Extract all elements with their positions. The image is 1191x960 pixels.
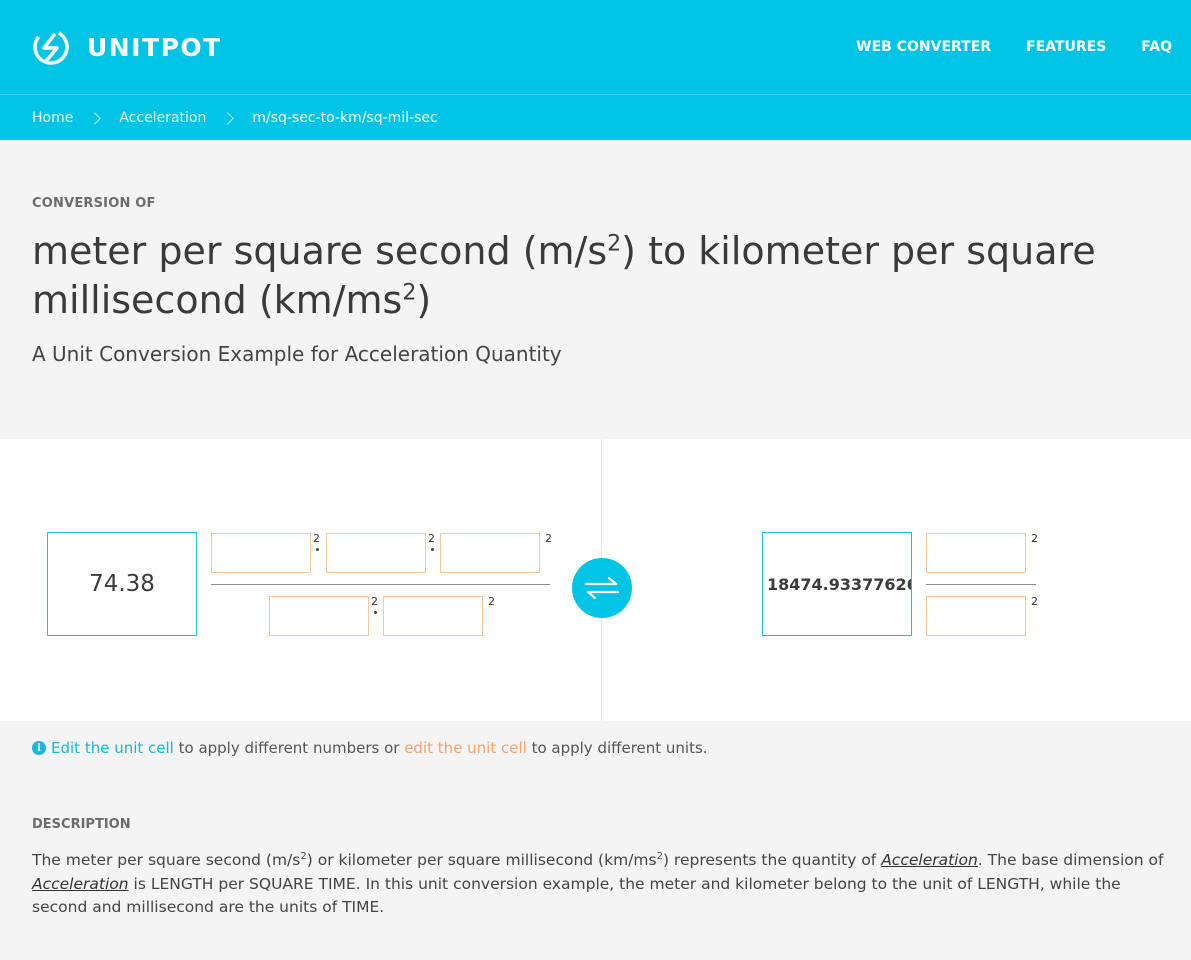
fraction-line (926, 584, 1036, 585)
title-part: meter per square second (m/s (32, 229, 608, 273)
exponent: 2 (1031, 532, 1038, 545)
source-unit-cell[interactable] (211, 533, 311, 573)
nav-web-converter[interactable]: WEB CONVERTER (856, 39, 991, 55)
page-subtitle: A Unit Conversion Example for Accelerati… (32, 342, 562, 366)
source-unit-cell[interactable] (383, 596, 483, 636)
exponent: 2 (488, 595, 495, 608)
breadcrumb-acceleration[interactable]: Acceleration (119, 110, 206, 126)
breadcrumb: Home Acceleration m/sq-sec-to-km/sq-mil-… (32, 95, 438, 141)
edit-unit-link[interactable]: edit the unit cell (404, 739, 527, 757)
conversion-kicker: CONVERSION OF (32, 196, 156, 211)
hint-text: to apply different numbers or (173, 739, 405, 757)
info-icon: i (32, 741, 46, 755)
swap-arrows-icon (584, 576, 620, 600)
exponent: 2 (371, 595, 378, 608)
hint-text: to apply different units. (526, 739, 708, 757)
top-header: UNITPOT WEB CONVERTER FEATURES FAQ (0, 0, 1191, 94)
nav-faq[interactable]: FAQ (1141, 39, 1172, 55)
title-sup: 2 (402, 280, 417, 306)
description-heading: DESCRIPTION (32, 817, 131, 832)
source-unit-cell[interactable] (440, 533, 540, 573)
brand-name: UNITPOT (87, 32, 222, 62)
exponent: 2 (545, 532, 552, 545)
brand-logo[interactable]: UNITPOT (32, 28, 222, 66)
unitpot-logo-icon (33, 29, 69, 65)
fraction-line (211, 584, 550, 585)
exponent: 2 (313, 532, 320, 545)
title-sup: 2 (607, 231, 622, 257)
chevron-right-icon (221, 111, 235, 125)
acceleration-link[interactable]: Acceleration (881, 851, 978, 869)
source-number-cell[interactable]: 74.38 (47, 532, 197, 636)
exponent: 2 (1031, 595, 1038, 608)
desc-part: ) represents the quantity of (662, 851, 882, 869)
target-unit-cell[interactable] (926, 596, 1026, 636)
usage-hint: i Edit the unit cell to apply different … (32, 739, 708, 757)
edit-number-link[interactable]: Edit the unit cell (51, 739, 174, 757)
main-nav: WEB CONVERTER FEATURES FAQ (856, 0, 1191, 94)
chevron-right-icon (88, 111, 102, 125)
source-unit-cell[interactable] (326, 533, 426, 573)
desc-part: is LENGTH per SQUARE TIME. In this unit … (32, 874, 1121, 917)
source-unit-cell[interactable] (269, 596, 369, 636)
result-number-cell[interactable]: 18474.93377626262 (762, 532, 912, 636)
multiply-dot (431, 548, 434, 551)
breadcrumb-current: m/sq-sec-to-km/sq-mil-sec (252, 110, 438, 126)
exponent: 2 (428, 532, 435, 545)
target-unit-cell[interactable] (926, 533, 1026, 573)
title-part: ) (416, 278, 432, 322)
acceleration-link[interactable]: Acceleration (32, 875, 129, 893)
description-text: The meter per square second (m/s2) or ki… (32, 849, 1172, 920)
desc-part: The meter per square second (m/s (32, 851, 301, 869)
multiply-dot (316, 548, 319, 551)
swap-button[interactable] (572, 558, 632, 618)
page-title: meter per square second (m/s2) to kilome… (32, 227, 1112, 325)
desc-part: . The base dimension of (977, 851, 1164, 869)
breadcrumb-home[interactable]: Home (32, 110, 73, 126)
nav-features[interactable]: FEATURES (1026, 39, 1106, 55)
desc-part: ) or kilometer per square millisecond (k… (306, 851, 657, 869)
breadcrumb-bar: Home Acceleration m/sq-sec-to-km/sq-mil-… (0, 94, 1191, 140)
multiply-dot (374, 611, 377, 614)
